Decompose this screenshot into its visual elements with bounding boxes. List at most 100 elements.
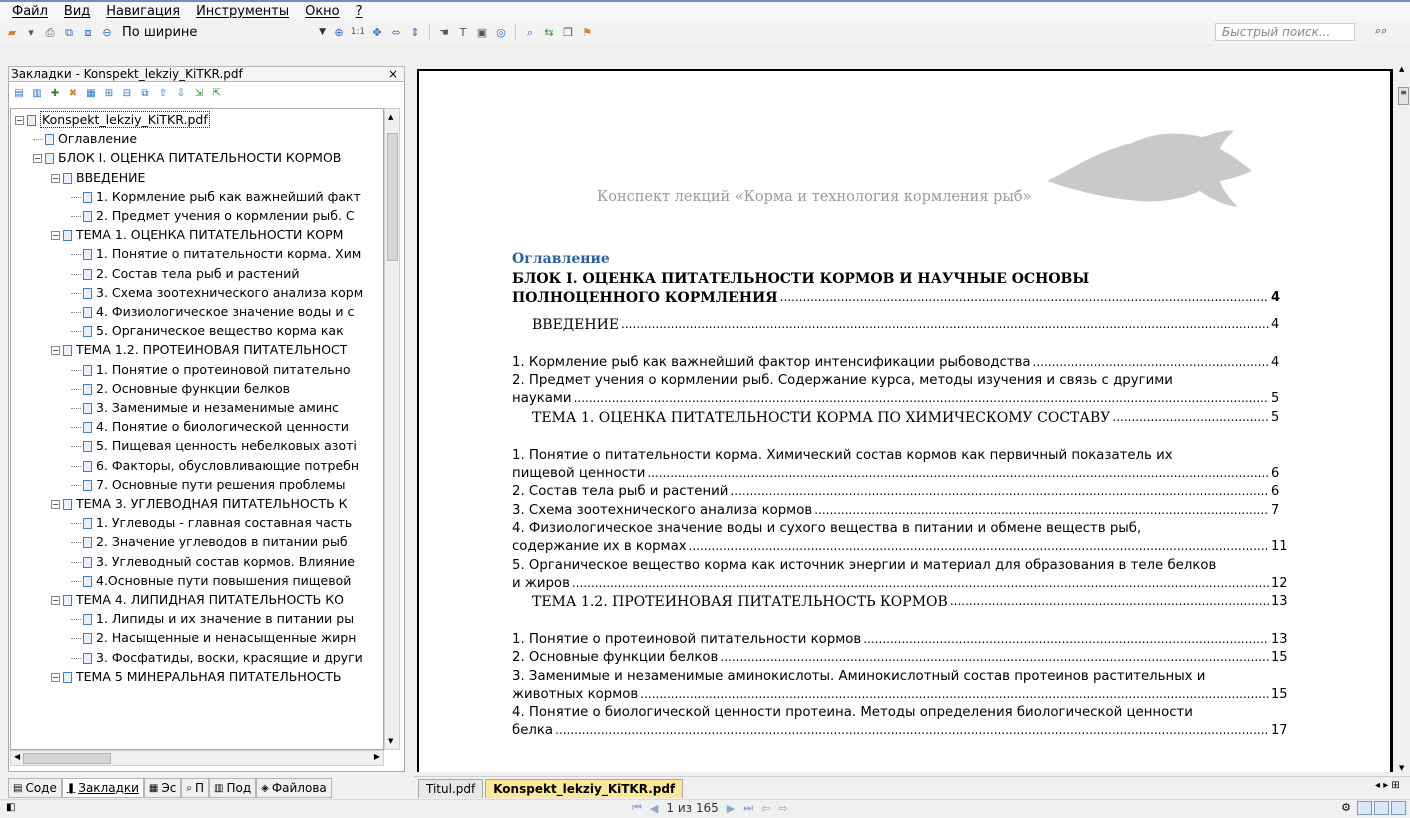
close-icon[interactable]: × — [388, 67, 398, 81]
pdf-page[interactable]: Конспект лекций «Корма и технология корм… — [417, 69, 1393, 772]
scroll-down-icon[interactable]: ▼ — [388, 737, 393, 745]
copy-bookmark-icon[interactable]: ⧉ — [138, 87, 152, 101]
add-bookmark-icon[interactable]: ✚ — [48, 87, 62, 101]
export-icon[interactable]: ⇱ — [210, 87, 224, 101]
tree-item[interactable]: − ТЕМА 3. УГЛЕВОДНАЯ ПИТАТЕЛЬНОСТЬ К — [51, 495, 348, 513]
collapse-icon[interactable]: − — [51, 596, 60, 605]
tree-item[interactable]: 1. Кормление рыб как важнейший факт — [71, 188, 361, 206]
move-up-icon[interactable]: ⇧ — [156, 87, 170, 101]
tree-item[interactable]: − ТЕМА 1.2. ПРОТЕИНОВАЯ ПИТАТЕЛЬНОСТ — [51, 341, 347, 359]
menu-item[interactable]: Вид — [56, 4, 98, 19]
toc-entry[interactable]: 4. Физиологическое значение воды и сухог… — [512, 521, 1141, 536]
toc-entry[interactable]: 1. Понятие о питательности корма. Химиче… — [512, 448, 1173, 463]
zoom-select[interactable]: По ширине ▼ — [118, 23, 328, 41]
paste-icon[interactable]: ⧈ — [80, 24, 96, 40]
last-page-icon[interactable]: ⏭ — [743, 801, 753, 815]
page-indicator[interactable]: 1 из 165 — [666, 801, 718, 815]
delete-bookmark-icon[interactable]: ✖ — [66, 87, 80, 101]
file-tab[interactable]: Konspekt_lekziy_KiTKR.pdf — [485, 779, 684, 798]
snapshot-icon[interactable]: ▣ — [474, 24, 490, 40]
tree-item[interactable]: 1. Понятие о протеиновой питательно — [71, 361, 351, 379]
next-page-icon[interactable]: ▶ — [727, 802, 735, 815]
collapse-icon[interactable]: − — [15, 116, 24, 125]
tree-item[interactable]: 2. Состав тела рыб и растений — [71, 265, 299, 283]
panel-tab[interactable]: ▦ Эс — [143, 778, 182, 798]
facing-view-icon[interactable] — [1391, 801, 1406, 815]
collapse-icon[interactable]: − — [51, 173, 60, 183]
tree-item[interactable]: 2. Насыщенные и ненасыщенные жирн — [71, 629, 356, 647]
fit-height-icon[interactable]: ⇕ — [407, 24, 423, 40]
toc-entry[interactable]: и жиров — [512, 576, 570, 591]
tree-vertical-scrollbar[interactable]: ▲ ▼ — [384, 108, 400, 750]
bookmark-add-icon[interactable]: ⚑ — [579, 24, 595, 40]
tab-navigation[interactable]: ◂ ▸ ⊞ — [1375, 780, 1400, 791]
tree-item[interactable]: − ТЕМА 1. ОЦЕНКА ПИТАТЕЛЬНОСТИ КОРМ — [51, 226, 343, 244]
toc-entry[interactable]: пищевой ценности — [512, 466, 645, 481]
tree-item[interactable]: 3. Фосфатиды, воски, красящие и други — [71, 649, 363, 667]
menu-item[interactable]: Окно — [297, 4, 348, 19]
navigate-arrows-icon[interactable]: ⇆ — [541, 24, 557, 40]
bookmark-props-icon[interactable]: ▥ — [30, 87, 44, 101]
zoom-in-icon[interactable]: ⊕ — [331, 24, 347, 40]
collapse-icon[interactable]: − — [33, 154, 42, 164]
menu-item[interactable]: Инструменты — [188, 4, 297, 19]
collapse-icon[interactable]: − — [51, 500, 60, 509]
tree-item[interactable]: 3. Заменимые и незаменимые аминс — [71, 399, 339, 417]
tree-horizontal-scrollbar[interactable]: ◀ ▶ — [10, 750, 384, 766]
toc-entry[interactable]: содержание их в кормах — [512, 539, 687, 554]
toc-entry[interactable]: 1. Кормление рыб как важнейший фактор ин… — [512, 355, 1031, 370]
tree-item[interactable]: 5. Органическое вещество корма как — [71, 322, 344, 340]
search-binoculars-icon[interactable]: ⌕⌕ — [1375, 24, 1387, 38]
tree-item[interactable]: − ВВЕДЕНИЕ — [51, 169, 145, 187]
scroll-left-icon[interactable]: ◀ — [14, 752, 20, 761]
toc-entry[interactable]: белка — [512, 723, 553, 738]
toc-entry[interactable]: БЛОК I. ОЦЕНКА ПИТАТЕЛЬНОСТИ КОРМОВ И НА… — [512, 271, 1089, 287]
scroll-thumb[interactable] — [23, 753, 111, 764]
toc-entry[interactable]: 3. Заменимые и незаменимые аминокислоты.… — [512, 669, 1205, 684]
tree-item[interactable]: 5. Пищевая ценность небелковых азоті — [71, 437, 357, 455]
print-icon[interactable]: ⎙ — [42, 24, 58, 40]
scroll-down-icon[interactable]: ▼ — [1399, 764, 1404, 772]
toc-entry[interactable]: ВВЕДЕНИЕ — [532, 317, 619, 333]
menu-item[interactable]: ? — [348, 4, 371, 19]
open-folder-icon[interactable]: ▰ — [4, 24, 20, 40]
quick-search-input[interactable]: Быстрый поиск... — [1215, 23, 1355, 41]
copy-icon[interactable]: ⧉ — [61, 24, 77, 40]
scroll-thumb[interactable]: ≡ — [1398, 87, 1409, 105]
scroll-thumb[interactable] — [387, 133, 398, 261]
tree-item[interactable]: 3. Схема зоотехнического анализа корм — [71, 284, 363, 302]
actual-size-icon[interactable]: 1:1 — [350, 24, 366, 40]
collapse-icon[interactable]: − — [51, 672, 60, 682]
pages-icon[interactable]: ❐ — [560, 24, 576, 40]
tree-item[interactable]: 2. Предмет учения о кормлении рыб. С — [71, 207, 355, 225]
zoom-out-icon[interactable]: ⊖ — [99, 24, 115, 40]
tree-item[interactable]: 1. Липиды и их значение в питании ры — [71, 610, 354, 628]
toc-entry[interactable]: 4. Понятие о биологической ценности прот… — [512, 705, 1193, 720]
tree-item[interactable]: − Konspekt_lekziy_KiTKR.pdf — [15, 111, 210, 129]
fit-page-icon[interactable]: ✥ — [369, 24, 385, 40]
new-bookmark-icon[interactable]: ▤ — [12, 87, 26, 101]
toc-entry[interactable]: 2. Основные функции белков — [512, 650, 718, 665]
expand-all-icon[interactable]: ⊞ — [102, 87, 116, 101]
bookmark-list-icon[interactable]: ▦ — [84, 87, 98, 101]
tree-item[interactable]: − БЛОК I. ОЦЕНКА ПИТАТЕЛЬНОСТИ КОРМОВ — [33, 149, 341, 167]
tree-item[interactable]: 4.Основные пути повышения пищевой — [71, 572, 351, 590]
panel-toggle-icon[interactable]: ◧ — [6, 802, 15, 813]
menu-item[interactable]: Навигация — [98, 4, 188, 19]
history-forward-icon[interactable]: ⇨ — [778, 802, 787, 815]
toc-entry[interactable]: 5. Органическое вещество корма как источ… — [512, 558, 1216, 573]
scroll-right-icon[interactable]: ▶ — [374, 752, 380, 761]
move-down-icon[interactable]: ⇩ — [174, 87, 188, 101]
toc-entry[interactable]: 3. Схема зоотехнического анализа кормов — [512, 503, 812, 518]
tree-item[interactable]: 1. Понятие о питательности корма. Хим — [71, 245, 361, 263]
continuous-view-icon[interactable] — [1374, 801, 1389, 815]
file-tab[interactable]: Titul.pdf — [418, 779, 484, 798]
fit-width-icon[interactable]: ⬄ — [388, 24, 404, 40]
scroll-up-icon[interactable]: ▲ — [1399, 65, 1404, 73]
panel-tab[interactable]: ▤ Соде — [8, 778, 62, 798]
toc-entry[interactable]: животных кормов — [512, 687, 638, 702]
import-icon[interactable]: ⇲ — [192, 87, 206, 101]
document-vertical-scrollbar[interactable]: ▲ ≡ ▼ — [1397, 63, 1410, 774]
select-text-icon[interactable]: T — [455, 24, 471, 40]
hand-tool-icon[interactable]: ☚ — [436, 24, 452, 40]
